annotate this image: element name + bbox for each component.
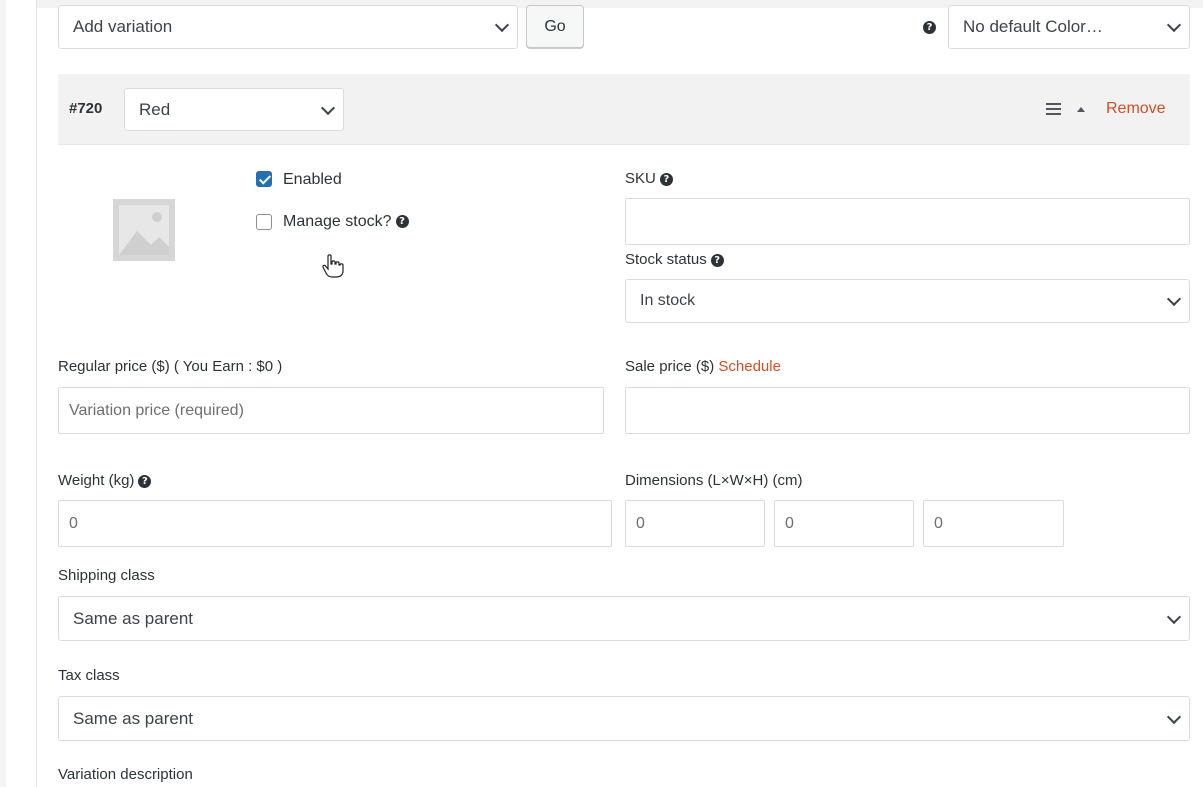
length-placeholder: 0 [636,514,645,532]
chevron-down-icon [1166,17,1182,33]
height-placeholder: 0 [934,514,943,532]
stock-status-label: Stock status [625,251,707,268]
variation-attribute-select[interactable]: Red [124,88,344,131]
shipping-class-label: Shipping class [58,567,155,584]
help-icon[interactable]: ? [395,215,409,229]
tax-class-value: Same as parent [73,708,194,728]
stock-status-field-label: Stock status? [625,251,724,268]
tax-class-label: Tax class [58,667,120,684]
sku-input[interactable] [625,198,1190,245]
chevron-down-icon [1166,709,1182,724]
weight-field-label: Weight (kg)? [58,472,152,489]
length-input[interactable]: 0 [625,500,765,547]
sale-price-input[interactable] [625,387,1190,434]
image-placeholder-icon[interactable] [113,199,175,261]
variation-description-label: Variation description [58,766,193,783]
dimensions-label: Dimensions (L×W×H) (cm) [625,472,803,489]
chevron-down-icon [320,100,336,115]
width-placeholder: 0 [785,514,794,532]
shipping-class-value: Same as parent [73,608,194,628]
sale-price-field-label: Sale price ($) Schedule [625,358,781,375]
shipping-class-select[interactable]: Same as parent [58,596,1190,641]
weight-placeholder: 0 [69,514,78,532]
help-icon[interactable]: ? [138,474,152,488]
enabled-checkbox[interactable] [256,171,272,187]
chevron-down-icon [1166,291,1182,307]
chevron-down-icon [494,17,510,33]
hand-cursor-icon [322,254,344,278]
default-color-value: No default Color… [963,17,1103,36]
add-variation-value: Add variation [73,17,173,36]
hamburger-icon[interactable] [1046,103,1061,115]
help-icon[interactable]: ? [710,253,724,267]
variation-attribute-value: Red [139,99,171,119]
sku-label: SKU [625,170,656,187]
remove-link[interactable]: Remove [1106,100,1166,118]
weight-label: Weight (kg) [58,472,135,489]
sku-field-label: SKU? [625,170,673,187]
manage-stock-checkbox[interactable] [256,214,272,230]
sale-price-label: Sale price ($) [625,358,715,375]
schedule-link[interactable]: Schedule [718,358,781,375]
regular-price-input[interactable]: Variation price (required) [58,387,604,434]
regular-price-label: Regular price ($) ( You Earn : $0 ) [58,358,283,375]
height-input[interactable]: 0 [923,500,1064,547]
enabled-label: Enabled [283,171,342,188]
help-icon[interactable]: ? [659,172,673,186]
default-color-select[interactable]: No default Color… [948,5,1190,49]
manage-stock-label: Manage stock? [283,213,392,230]
triangle-up-icon[interactable] [1077,107,1085,112]
stock-status-value: In stock [640,292,696,309]
add-variation-select[interactable]: Add variation [58,5,518,49]
stock-status-select[interactable]: In stock [625,279,1190,323]
tax-class-select[interactable]: Same as parent [58,696,1190,741]
weight-input[interactable]: 0 [58,500,612,547]
go-button[interactable]: Go [526,5,584,48]
width-input[interactable]: 0 [774,500,914,547]
left-rail [6,0,37,787]
regular-price-placeholder: Variation price (required) [69,401,244,419]
chevron-down-icon [1166,609,1182,624]
manage-stock-field: Manage stock?? [283,213,409,231]
variation-id: #720 [69,100,103,117]
help-icon[interactable]: ? [923,21,936,34]
